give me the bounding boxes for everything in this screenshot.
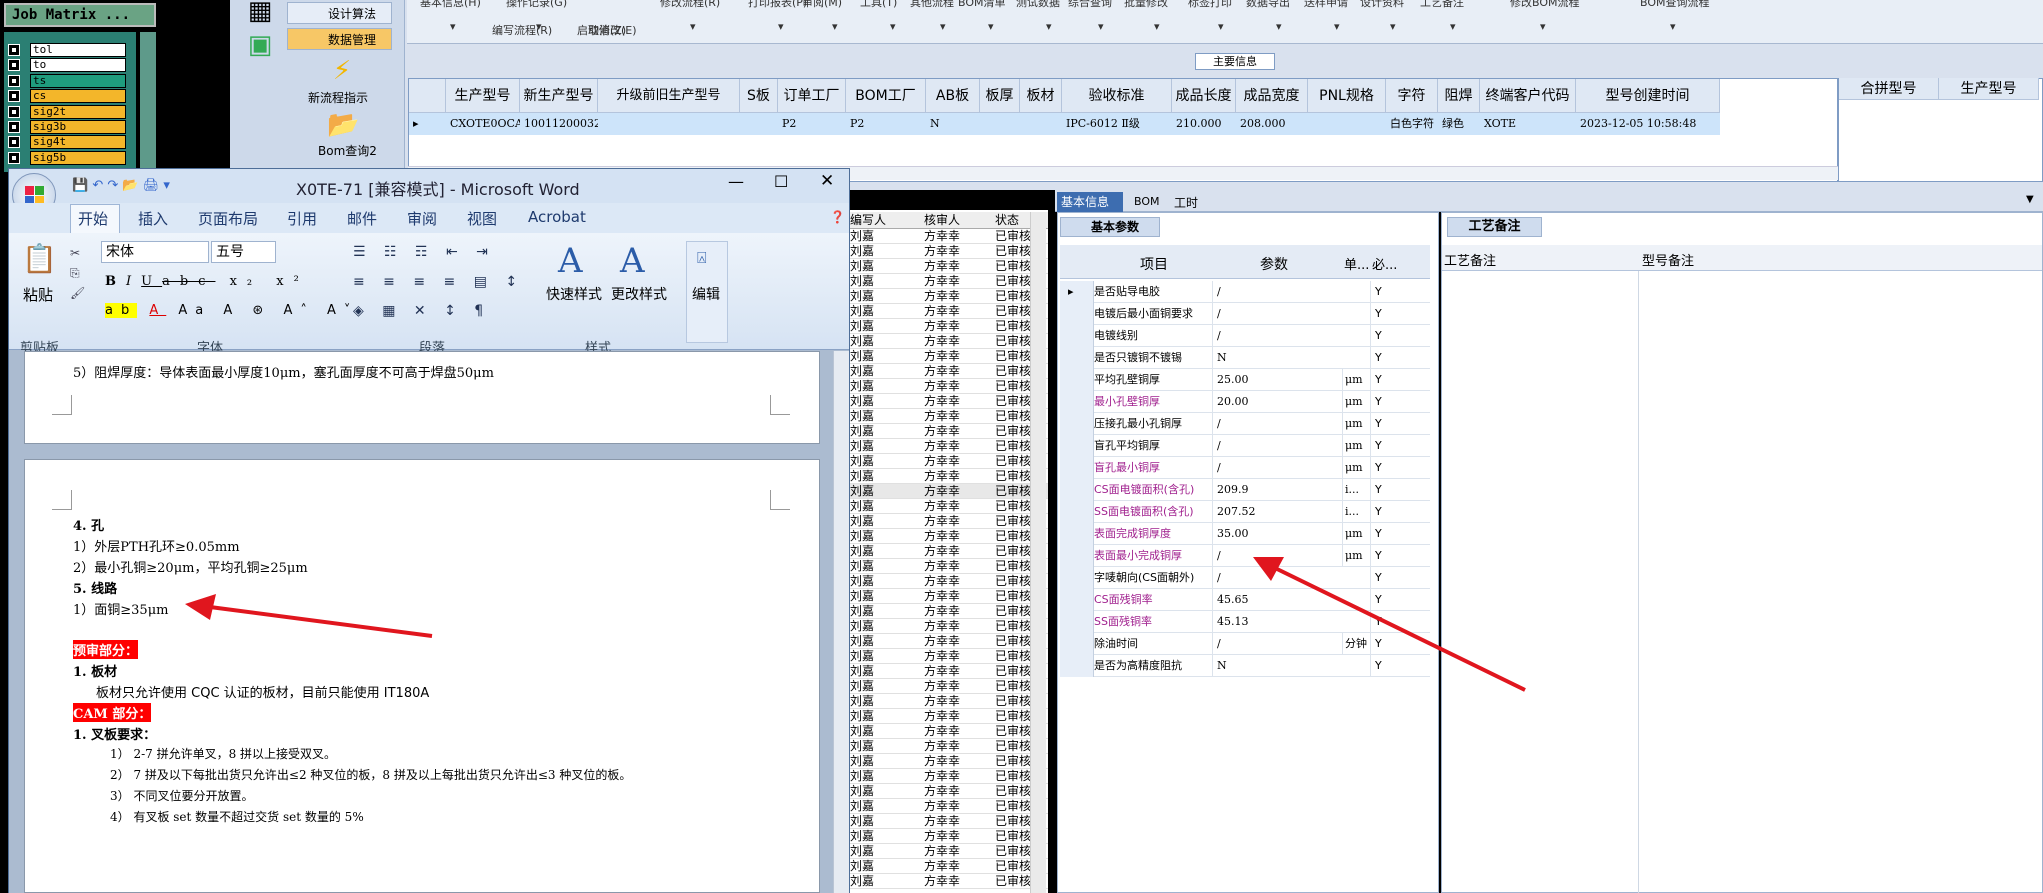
arrow-line-1 (209, 605, 433, 638)
arrow-head-1 (185, 594, 216, 620)
arrow-line-2 (1274, 566, 1526, 692)
annotation-arrows (185, 557, 1526, 692)
